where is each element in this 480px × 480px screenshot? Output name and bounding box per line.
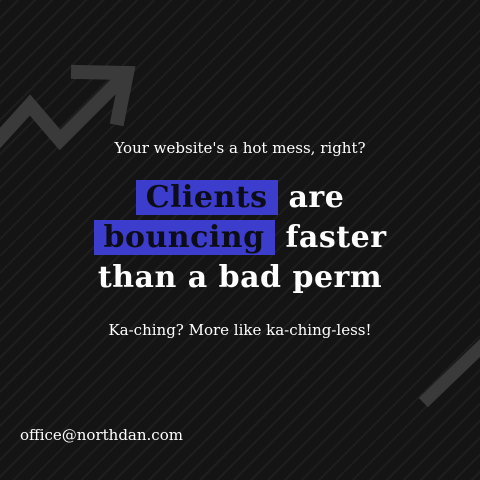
headline-word-are: are [288,180,345,215]
headline-highlight-bouncing: bouncing [93,220,275,255]
headline-highlight-clients: Clients [135,180,278,215]
headline-line-2: bouncing faster [0,218,480,258]
top-tagline: Your website's a hot mess, right? [114,139,366,157]
headline: Clients are bouncing faster than a bad p… [0,178,480,298]
headline-line-1: Clients are [0,178,480,218]
contact-email: office@northdan.com [20,426,183,444]
bottom-tagline: Ka-ching? More like ka-ching-less! [108,321,372,339]
headline-line-3: than a bad perm [97,260,383,295]
headline-word-faster: faster [285,220,387,255]
